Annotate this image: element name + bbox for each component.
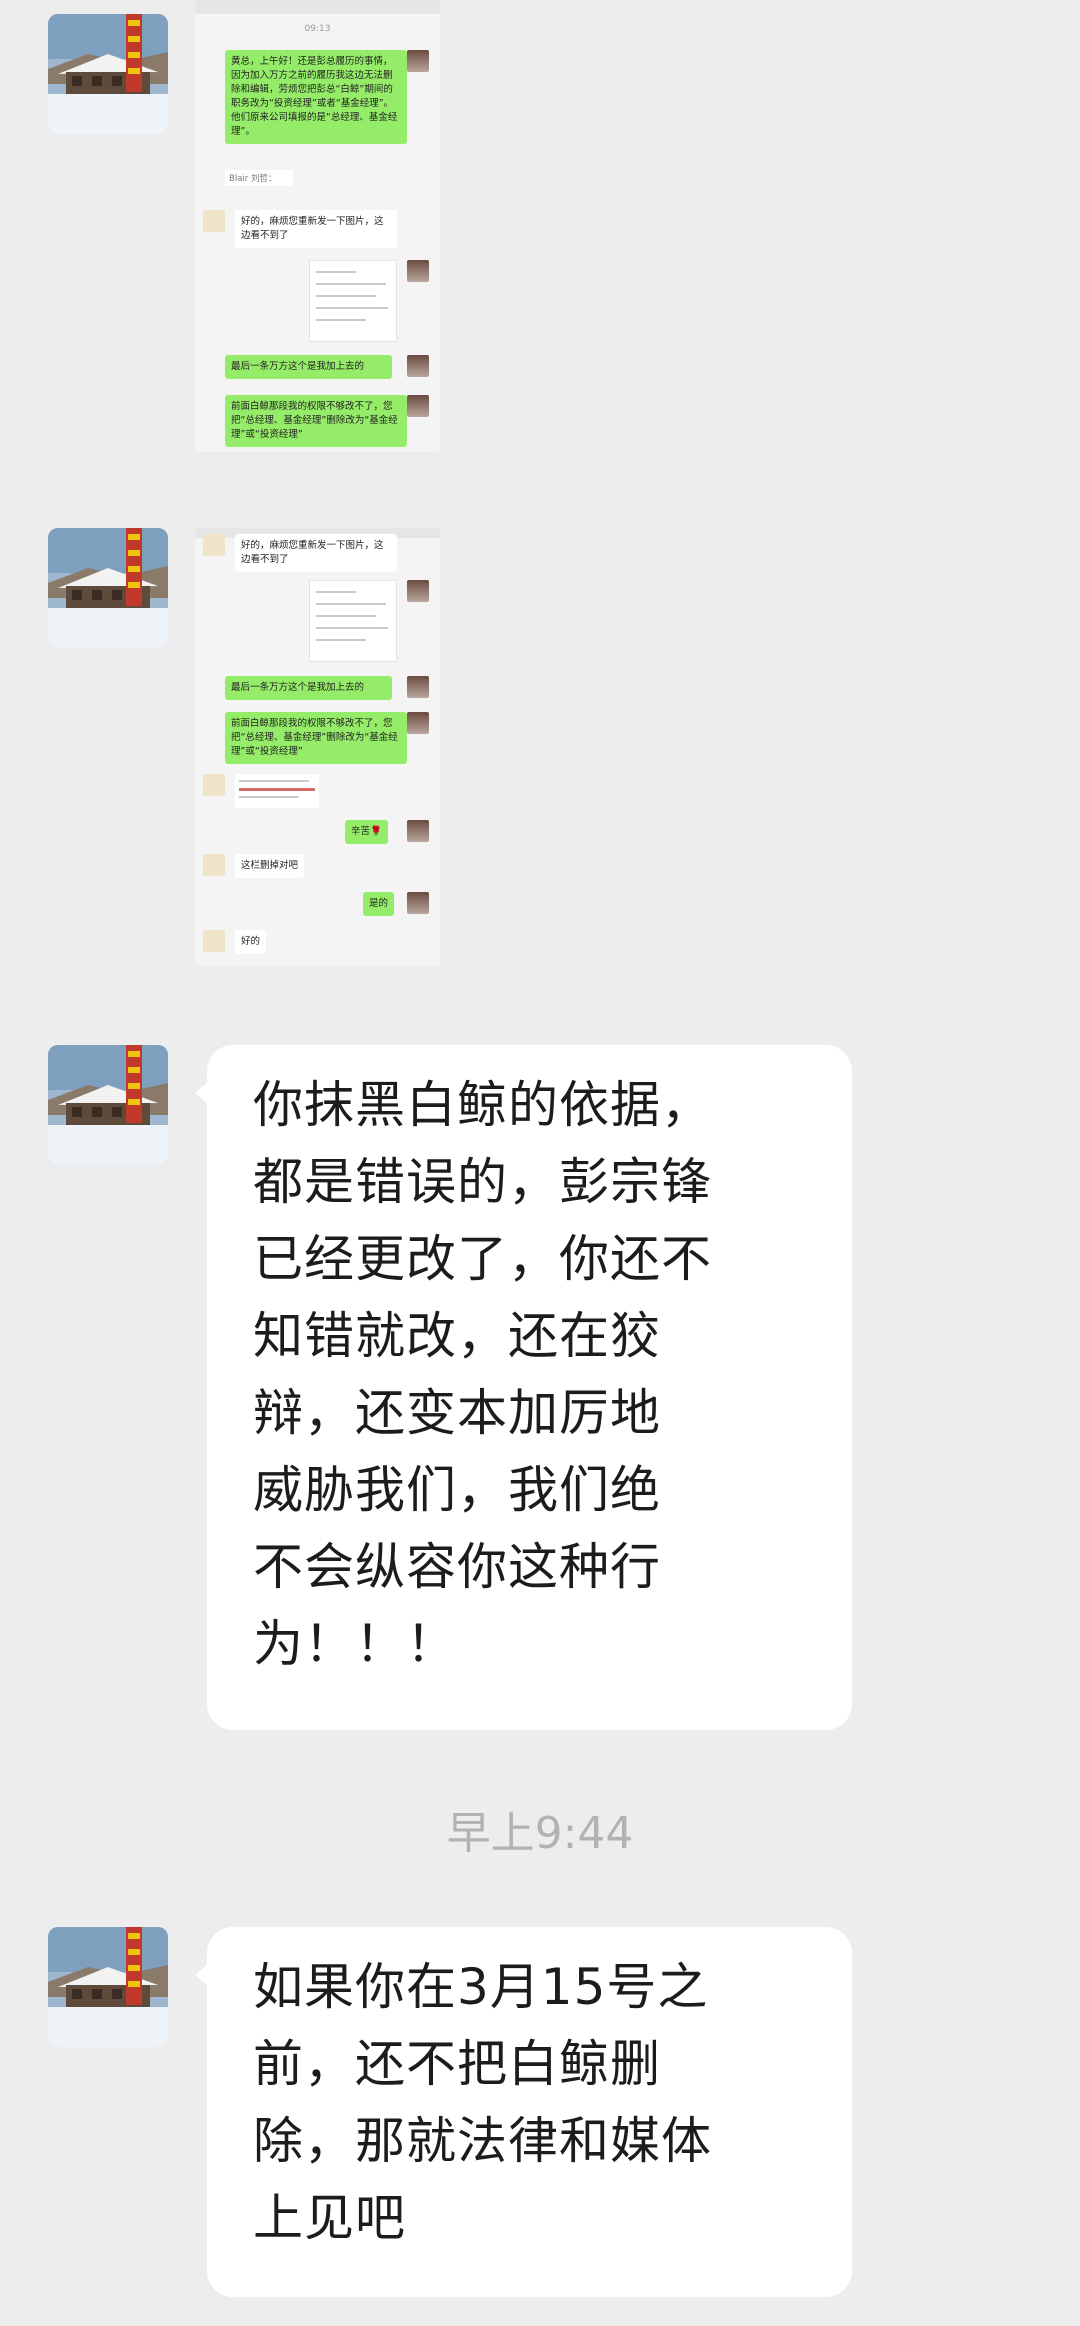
image-avatar xyxy=(407,580,429,602)
image-avatar xyxy=(407,676,429,698)
image-avatar xyxy=(203,774,225,796)
image-time-text: 09:13 xyxy=(304,24,331,34)
avatar[interactable] xyxy=(48,1927,168,2047)
image-message[interactable]: 09:13 黄总，上午好！还是彭总履历的事情，因为加入万方之前的履历我这边无法删… xyxy=(195,0,440,452)
message-line: 辩，还变本加厉地 xyxy=(253,1384,661,1442)
image-avatar xyxy=(203,930,225,952)
image-bubble-text: 好的，麻烦您重新发一下图片，这边看不到了 xyxy=(235,210,397,248)
image-bubble-text: 好的，麻烦您重新发一下图片，这边看不到了 xyxy=(235,534,397,572)
image-table-thumb xyxy=(235,774,319,808)
image-avatar xyxy=(203,210,225,232)
image-bubble-text: 黄总，上午好！还是彭总履历的事情，因为加入万方之前的履历我这边无法删除和编辑，劳… xyxy=(225,50,407,144)
message-bubble[interactable]: 如果你在3月15号之 前，还不把白鲸删 除，那就法律和媒体 上见吧 xyxy=(195,1927,852,2297)
image-avatar xyxy=(407,820,429,842)
message-line: 除，那就法律和媒体 xyxy=(253,2112,712,2170)
message-text: 你抹黑白鲸的依据， 都是错误的，彭宗锋 已经更改了，你还不 知错就改，还在狡 辩… xyxy=(253,1067,798,1683)
message-line: 上见吧 xyxy=(253,2189,406,2247)
message-line: 为！！！ xyxy=(253,1615,457,1673)
bubble-tail xyxy=(195,1081,209,1105)
image-avatar xyxy=(407,395,429,417)
time-divider: 早上9:44 xyxy=(446,1808,634,1859)
image-bubble-text: 前面白鲸那段我的权限不够改不了，您把“总经理、基金经理”删除改为“基金经理”或“… xyxy=(225,395,407,447)
avatar[interactable] xyxy=(48,14,168,134)
message-text: 如果你在3月15号之 前，还不把白鲸删 除，那就法律和媒体 上见吧 xyxy=(253,1949,798,2257)
avatar[interactable] xyxy=(48,1045,168,1165)
image-avatar xyxy=(407,355,429,377)
message-line: 威胁我们，我们绝 xyxy=(253,1461,661,1519)
avatar[interactable] xyxy=(48,528,168,648)
message-line: 都是错误的，彭宗锋 xyxy=(253,1153,712,1211)
avatar-image xyxy=(48,528,168,648)
message-line: 你抹黑白鲸的依据， xyxy=(253,1076,712,1134)
message-line: 知错就改，还在狡 xyxy=(253,1307,661,1365)
avatar-image xyxy=(48,1927,168,2047)
image-avatar xyxy=(407,892,429,914)
image-avatar xyxy=(407,712,429,734)
message-line: 已经更改了，你还不 xyxy=(253,1230,712,1288)
image-bubble-text: 前面白鲸那段我的权限不够改不了，您把“总经理、基金经理”删除改为“基金经理”或“… xyxy=(225,712,407,764)
image-avatar xyxy=(203,534,225,556)
image-avatar xyxy=(407,260,429,282)
bubble-tail xyxy=(195,1963,209,1987)
image-bubble-text: 辛苦🌹 xyxy=(345,820,388,844)
image-message[interactable]: 好的，麻烦您重新发一下图片，这边看不到了 最后一条万方这个是我加上去的 前面白鲸… xyxy=(195,528,440,966)
avatar-image xyxy=(48,14,168,134)
image-quote: Blair 刘哲： xyxy=(225,170,293,186)
image-bubble-text: 是的 xyxy=(363,892,395,916)
image-bubble-text: 最后一条万方这个是我加上去的 xyxy=(225,676,392,700)
image-avatar xyxy=(203,854,225,876)
avatar-image xyxy=(48,1045,168,1165)
image-header xyxy=(195,0,440,14)
message-line: 如果你在3月15号之 xyxy=(253,1958,709,2016)
image-document xyxy=(309,260,397,342)
image-bubble-text: 好的 xyxy=(235,930,267,954)
message-bubble[interactable]: 你抹黑白鲸的依据， 都是错误的，彭宗锋 已经更改了，你还不 知错就改，还在狡 辩… xyxy=(195,1045,852,1730)
message-line: 前，还不把白鲸删 xyxy=(253,2035,661,2093)
image-avatar xyxy=(407,50,429,72)
message-line: 不会纵容你这种行 xyxy=(253,1538,661,1596)
image-bubble-text: 最后一条万方这个是我加上去的 xyxy=(225,355,392,379)
image-bubble-text: 这栏删掉对吧 xyxy=(235,854,305,878)
image-document xyxy=(309,580,397,662)
